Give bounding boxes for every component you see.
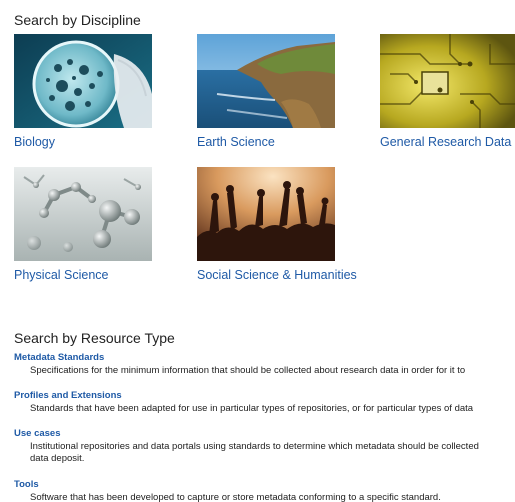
petri-dish-image[interactable] <box>14 34 152 128</box>
resource-link-use-cases[interactable]: Use cases <box>14 428 515 439</box>
discipline-tile-general-research-data[interactable]: General Research Data <box>380 34 515 149</box>
discipline-tile-social-science-humanities[interactable]: Social Science & Humanities <box>197 167 357 282</box>
discipline-link-earth-science[interactable]: Earth Science <box>197 135 335 149</box>
discipline-link-physical-science[interactable]: Physical Science <box>14 268 152 282</box>
resource-link-profiles-extensions[interactable]: Profiles and Extensions <box>14 390 515 401</box>
discipline-link-general-research-data[interactable]: General Research Data <box>380 135 515 149</box>
discipline-tile-physical-science[interactable]: Physical Science <box>14 167 152 282</box>
discipline-heading: Search by Discipline <box>14 12 141 28</box>
resource-type-heading: Search by Resource Type <box>14 330 175 346</box>
resource-item-metadata-standards: Metadata Standards Specifications for th… <box>14 352 515 377</box>
resource-description: Specifications for the minimum informati… <box>30 365 466 376</box>
discipline-tile-earth-science[interactable]: Earth Science <box>197 34 335 149</box>
resource-description: Software that has been developed to capt… <box>30 492 441 502</box>
discipline-link-biology[interactable]: Biology <box>14 135 152 149</box>
resource-item-profiles-extensions: Profiles and Extensions Standards that h… <box>14 390 515 415</box>
page: Search by Discipline Biology Earth Scien… <box>0 0 515 502</box>
resource-item-use-cases: Use cases Institutional repositories and… <box>14 428 515 465</box>
coastline-image[interactable] <box>197 34 335 128</box>
circuit-board-image[interactable] <box>380 34 515 128</box>
molecules-image[interactable] <box>14 167 152 261</box>
resource-description: Institutional repositories and data port… <box>30 441 479 452</box>
resource-description-continued: data deposit. <box>30 453 85 464</box>
resource-description: Standards that have been adapted for use… <box>30 403 474 414</box>
discipline-link-social-science-humanities[interactable]: Social Science & Humanities <box>197 268 357 282</box>
crowd-image[interactable] <box>197 167 335 261</box>
resource-item-tools: Tools Software that has been developed t… <box>14 479 515 502</box>
resource-link-metadata-standards[interactable]: Metadata Standards <box>14 352 515 363</box>
resource-link-tools[interactable]: Tools <box>14 479 515 490</box>
discipline-tile-biology[interactable]: Biology <box>14 34 152 149</box>
